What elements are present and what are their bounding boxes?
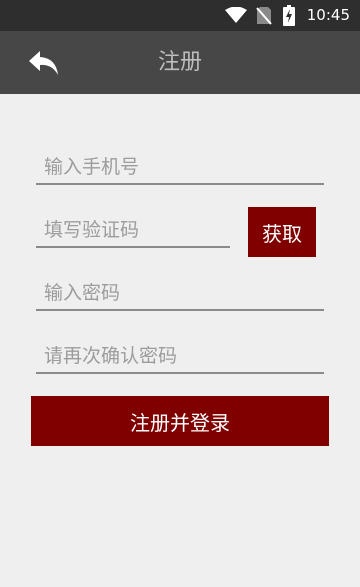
app-toolbar: 注册 xyxy=(0,31,360,94)
register-and-login-button[interactable]: 注册并登录 xyxy=(31,396,329,446)
status-time: 10:45 xyxy=(306,6,350,24)
password-input[interactable] xyxy=(36,276,324,311)
phone-input[interactable] xyxy=(36,150,324,185)
status-bar: 10:45 xyxy=(0,0,360,31)
confirm-password-input[interactable] xyxy=(36,339,324,374)
battery-charging-icon xyxy=(283,5,295,26)
get-code-button[interactable]: 获取 xyxy=(248,207,316,257)
verification-code-input[interactable] xyxy=(36,213,230,248)
wifi-icon xyxy=(225,7,247,23)
page-title: 注册 xyxy=(157,50,202,75)
no-sim-icon xyxy=(256,7,272,25)
